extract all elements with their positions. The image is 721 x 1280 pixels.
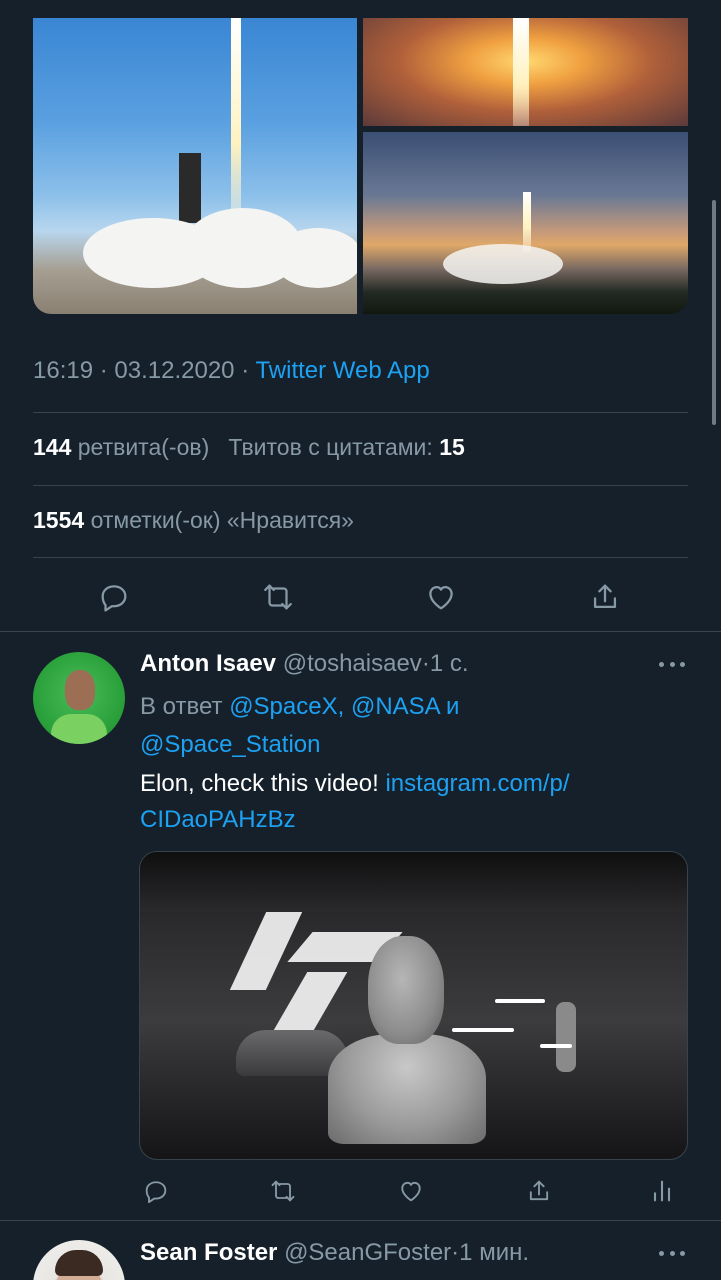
reply-text-body: Elon, check this video! [140, 770, 379, 797]
video-light-beam [272, 972, 348, 1032]
retweet-icon [271, 1180, 295, 1202]
video-bust-head [368, 936, 444, 1044]
reply-header: Anton Isaev @toshaisaev·1 с. [140, 650, 469, 678]
retweet-icon [264, 584, 292, 610]
avatar[interactable] [33, 1240, 125, 1280]
share-icon [593, 584, 617, 609]
more-options-icon[interactable] [656, 652, 688, 676]
header-dot: · [451, 1239, 460, 1266]
media-photo-launch-day[interactable] [33, 18, 357, 314]
launch-tower [179, 153, 201, 223]
like-icon [401, 1181, 421, 1202]
like-button[interactable] [394, 1174, 428, 1208]
more-dot [680, 1250, 685, 1256]
more-dot [669, 1250, 675, 1256]
retweet-button[interactable] [256, 575, 300, 619]
header-dot: · [421, 650, 430, 677]
launch-smoke [443, 244, 563, 284]
divider [33, 412, 688, 413]
avatar-hair [55, 1250, 103, 1276]
avatar-face [65, 670, 95, 710]
avatar[interactable] [33, 652, 125, 744]
share-icon [529, 1180, 549, 1201]
retweets-label: ретвита(-ов) [77, 434, 210, 460]
tweet-separator [0, 1220, 721, 1221]
meta-separator: · [99, 357, 108, 384]
quotes-label: Твитов с цитатами: [228, 434, 433, 460]
reply-button[interactable] [92, 575, 136, 619]
video-light [540, 1044, 572, 1048]
mention-conjunction: и [446, 693, 460, 720]
user-name[interactable]: Sean Foster [140, 1239, 277, 1266]
rocket-flame [513, 18, 529, 126]
share-button[interactable] [522, 1174, 556, 1208]
launch-smoke [273, 228, 357, 288]
tweet-media-grid [33, 18, 688, 314]
reply-text: Elon, check this video! instagram.com/p/… [140, 766, 680, 838]
rocket-flame [523, 192, 531, 252]
video-light [452, 1028, 514, 1032]
retweet-button[interactable] [266, 1174, 300, 1208]
tweet-source-link[interactable]: Twitter Web App [255, 357, 429, 384]
more-dot [659, 1250, 664, 1256]
tweet-time: 16:19 [33, 357, 94, 384]
retweet-stats: 144 ретвита(-ов) Твитов с цитатами: 15 [33, 434, 465, 461]
mention-link[interactable]: @NASA [351, 693, 439, 720]
tweet-link[interactable]: instagram.com/p/ [385, 770, 569, 797]
like-button[interactable] [419, 575, 463, 619]
retweets-count: 144 [33, 434, 72, 460]
media-photo-sunset[interactable] [363, 18, 688, 126]
user-name[interactable]: Anton Isaev [140, 650, 276, 677]
tweet-age: 1 с. [429, 650, 469, 677]
media-photo-dusk[interactable] [363, 132, 688, 314]
reply-prefix: В ответ [140, 693, 223, 720]
avatar-shirt [51, 714, 107, 744]
replying-to-line: В ответ @SpaceX, @NASA и @Space_Station [140, 688, 680, 764]
tweet-date: 03.12.2020 [114, 357, 235, 384]
reply-button[interactable] [139, 1174, 173, 1208]
tweet-link-continued[interactable]: CIDaoPAHzBz [140, 806, 296, 833]
divider [33, 485, 688, 486]
likes-stat[interactable]: 1554 отметки(-ок) «Нравится» [33, 507, 354, 534]
analytics-button[interactable] [645, 1174, 679, 1208]
tweet-separator [0, 631, 721, 632]
retweets-stat[interactable]: 144 ретвита(-ов) [33, 434, 209, 460]
divider [33, 557, 688, 558]
quotes-stat[interactable]: Твитов с цитатами: 15 [228, 434, 464, 460]
likes-count: 1554 [33, 507, 85, 533]
meta-separator: · [241, 357, 250, 384]
more-options-icon[interactable] [656, 1241, 688, 1265]
rocket-exhaust-trail [231, 18, 241, 228]
mention-link[interactable]: @SpaceX, [229, 693, 344, 720]
reply-header: Sean Foster @SeanGFoster·1 мин. [140, 1239, 529, 1267]
share-button[interactable] [583, 575, 627, 619]
reply-icon [101, 585, 127, 612]
tweet-timestamp-line: 16:19 · 03.12.2020 · Twitter Web App [33, 357, 430, 385]
more-dot [659, 661, 664, 667]
tweet-age: 1 мин. [459, 1239, 530, 1266]
video-bust [328, 1034, 486, 1144]
likes-label: отметки(-ок) «Нравится» [90, 507, 354, 533]
analytics-icon [653, 1180, 671, 1202]
tweet-detail-screen: 16:19 · 03.12.2020 · Twitter Web App 144… [0, 0, 721, 1280]
user-handle[interactable]: @toshaisaev [283, 650, 422, 677]
more-dot [680, 661, 685, 667]
reply-icon [145, 1181, 167, 1204]
reply-action-bar [139, 1174, 679, 1208]
user-handle[interactable]: @SeanGFoster [284, 1239, 451, 1266]
like-icon [429, 585, 453, 610]
video-light-beam [229, 912, 303, 990]
video-light [495, 999, 545, 1003]
video-scene-ceiling [140, 852, 687, 912]
scrollbar[interactable] [712, 200, 716, 425]
video-thumbnail[interactable] [139, 851, 688, 1160]
main-tweet-action-bar [33, 575, 688, 619]
mention-link[interactable]: @Space_Station [140, 731, 320, 758]
more-dot [669, 661, 675, 667]
video-figure [556, 1002, 576, 1072]
quotes-count: 15 [439, 434, 465, 460]
